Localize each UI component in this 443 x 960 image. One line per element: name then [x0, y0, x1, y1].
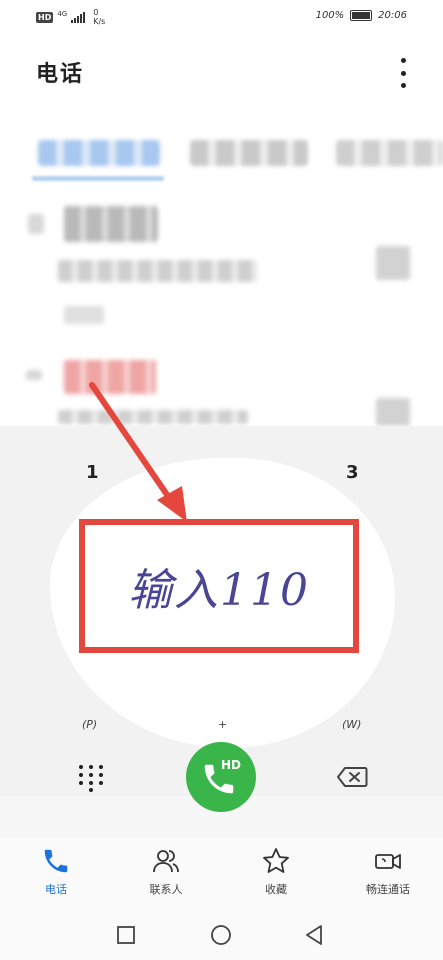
blurred-name	[64, 206, 158, 242]
battery-icon	[350, 10, 373, 21]
nav-label-contacts: 联系人	[149, 883, 183, 896]
system-navigation-bar	[0, 910, 443, 960]
home-icon[interactable]	[210, 924, 232, 946]
net-speed-unit: K/s	[93, 17, 106, 26]
tab-bar	[0, 116, 443, 196]
call-button[interactable]: HD	[186, 742, 256, 812]
status-right: 100% 20:06	[316, 10, 407, 21]
blurred-detail	[58, 410, 248, 424]
annotation-text: 输入110	[128, 565, 310, 616]
clock: 20:06	[378, 10, 407, 21]
nav-item-favorites[interactable]: 收藏	[226, 846, 326, 897]
backspace-button[interactable]	[336, 766, 368, 788]
list-item[interactable]	[0, 346, 443, 426]
video-call-icon	[375, 854, 401, 869]
recent-apps-icon[interactable]	[116, 925, 136, 945]
tab-blurred-3[interactable]	[336, 140, 443, 166]
net-speed: 0 K/s	[93, 8, 105, 26]
nav-item-meetime[interactable]: 畅连通话	[338, 846, 438, 897]
more-options-button[interactable]	[397, 58, 409, 88]
nav-item-phone[interactable]: 电话	[6, 846, 106, 897]
battery-percent: 100%	[315, 10, 345, 21]
dialpad-key-1[interactable]: 1	[86, 462, 99, 483]
blurred-name	[64, 360, 156, 394]
blurred-avatar	[28, 214, 44, 234]
app-header: 电话	[0, 36, 443, 116]
blurred-info-icon[interactable]	[376, 398, 410, 426]
hd-badge: HD	[36, 11, 54, 23]
nav-label-meetime: 畅连通话	[366, 883, 410, 896]
phone-icon	[44, 849, 68, 873]
hd-call-badge: HD	[220, 758, 241, 772]
star-icon	[263, 848, 289, 873]
dialpad-hint-wait: (W)	[342, 718, 362, 731]
blurred-detail	[58, 260, 258, 282]
net-speed-value: 0	[93, 8, 99, 17]
dialpad-hint-plus: +	[218, 718, 228, 731]
annotation-box: 输入110	[79, 519, 359, 653]
dialpad-key-3[interactable]: 3	[346, 462, 359, 483]
list-item[interactable]	[0, 196, 443, 346]
blurred-info-icon[interactable]	[376, 246, 410, 280]
dialpad-toggle-icon[interactable]	[78, 764, 104, 792]
more-dot-icon	[400, 58, 406, 63]
tab-active-indicator	[32, 176, 164, 181]
tab-blurred-2[interactable]	[190, 140, 308, 166]
nav-item-contacts[interactable]: 联系人	[116, 846, 216, 897]
dialpad-hint-pause: (P)	[82, 718, 98, 731]
more-dot-icon	[400, 70, 406, 76]
back-icon[interactable]	[304, 924, 324, 946]
blurred-avatar	[26, 370, 42, 380]
nav-label-favorites: 收藏	[265, 883, 287, 896]
status-left: HD 4G 0 K/s	[36, 8, 105, 26]
blurred-date	[64, 306, 104, 324]
bottom-navigation: 电话 联系人 收藏 畅连通话	[0, 838, 443, 910]
signal-icon	[71, 11, 86, 23]
more-dot-icon	[400, 83, 406, 88]
page-title: 电话	[36, 62, 85, 87]
nav-label-phone: 电话	[45, 883, 67, 896]
call-log-list	[0, 196, 443, 426]
network-type: 4G	[57, 10, 68, 18]
contacts-icon	[153, 850, 179, 873]
status-bar: HD 4G 0 K/s 100% 20:06	[0, 0, 443, 36]
tab-blurred-1[interactable]	[38, 140, 160, 166]
